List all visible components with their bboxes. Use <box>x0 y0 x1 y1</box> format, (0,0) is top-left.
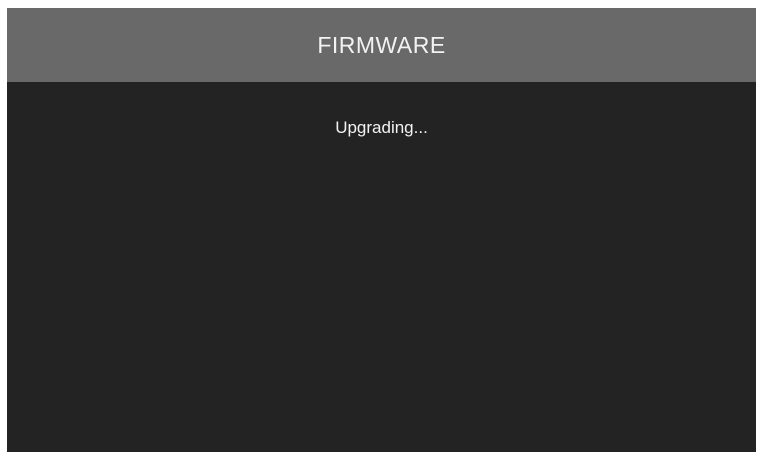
page-title: FIRMWARE <box>317 31 446 58</box>
content-area: Upgrading... <box>7 82 756 452</box>
header-bar: FIRMWARE <box>7 8 756 82</box>
firmware-screen: FIRMWARE Upgrading... <box>7 8 756 452</box>
status-message: Upgrading... <box>335 118 428 137</box>
